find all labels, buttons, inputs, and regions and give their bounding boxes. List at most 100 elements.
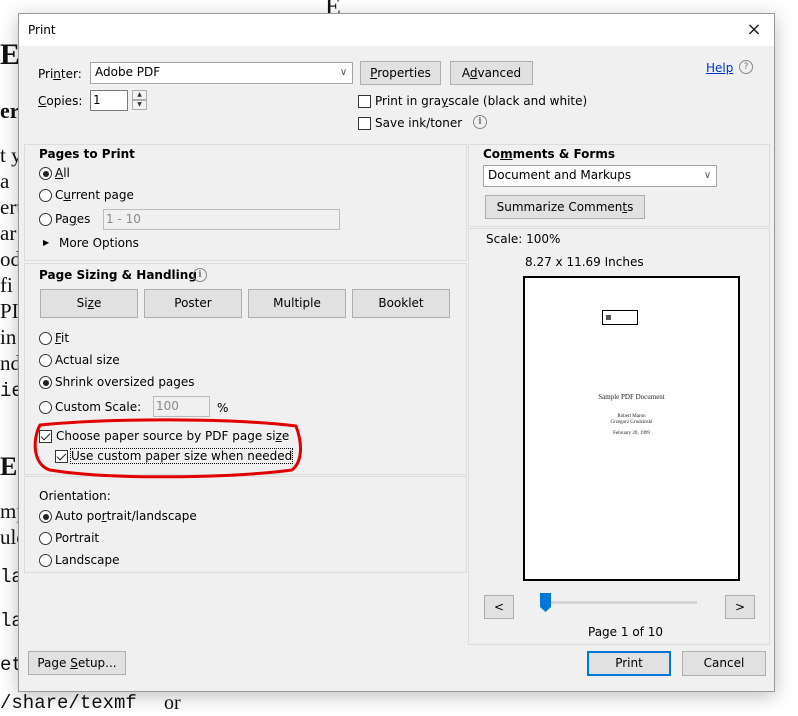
tab-multiple[interactable]: Multiple xyxy=(248,289,346,318)
orientation-panel: Orientation: Auto portrait/landscape Por… xyxy=(24,476,467,573)
percent-unit: % xyxy=(217,401,229,415)
slider-thumb-shape[interactable] xyxy=(539,593,551,612)
choose-paper-text2: e xyxy=(281,429,290,443)
custom-scale-label: Custom Scale: xyxy=(55,400,142,414)
printer-label-accel: n xyxy=(53,67,61,81)
custom-scale-input[interactable]: 100 xyxy=(153,396,210,417)
current-page-radio[interactable] xyxy=(39,189,52,202)
landscape-label: Landscape xyxy=(55,553,120,567)
properties-button[interactable]: Properties xyxy=(360,61,441,85)
grayscale-text: Print in gra xyxy=(375,94,442,108)
auto-text: Auto po xyxy=(55,509,102,523)
summarize-text2: s xyxy=(627,200,634,214)
more-options-toggle[interactable]: More Options xyxy=(59,236,139,250)
page-slider-thumb[interactable] xyxy=(539,593,551,613)
pages-range-input[interactable]: 1 - 10 xyxy=(103,209,340,230)
advanced-button[interactable]: Advanced xyxy=(450,61,533,85)
expand-triangle-icon[interactable]: ▶ xyxy=(43,238,49,247)
copies-stepper[interactable]: ▲ ▼ xyxy=(132,90,147,111)
cancel-button[interactable]: Cancel xyxy=(682,651,766,676)
page-sizing-title: Page Sizing & Handling xyxy=(39,268,197,282)
page-setup-text2: etup... xyxy=(77,656,117,670)
actual-size-radio[interactable] xyxy=(39,354,52,367)
tab-poster[interactable]: Poster xyxy=(144,289,242,318)
page-setup-button[interactable]: Page Setup... xyxy=(28,651,126,675)
info-icon[interactable]: i xyxy=(193,268,207,282)
cf-text2: ments & Forms xyxy=(512,147,615,161)
shrink-radio[interactable] xyxy=(39,376,52,389)
preview-dimensions: 8.27 x 11.69 Inches xyxy=(525,255,644,269)
save-ink-label: Save ink/toner xyxy=(375,116,463,130)
dialog-title: Print xyxy=(28,23,56,37)
auto-orientation-label: Auto portrait/landscape xyxy=(55,509,197,523)
comments-forms-select[interactable]: Document and Markups ∨ xyxy=(483,165,717,187)
printer-label: Printer: xyxy=(38,67,82,81)
printer-value: Adobe PDF xyxy=(95,65,161,79)
grayscale-checkbox[interactable] xyxy=(358,95,371,108)
print-button[interactable]: Print xyxy=(587,651,671,676)
chevron-down-icon[interactable]: ∨ xyxy=(334,63,352,83)
chevron-down-icon[interactable]: ∨ xyxy=(698,166,716,186)
tab-size-text2: e xyxy=(93,296,102,310)
help-link[interactable]: Help xyxy=(706,61,733,75)
next-page-button[interactable]: > xyxy=(725,595,755,619)
choose-paper-source-checkbox[interactable] xyxy=(39,430,52,443)
page-indicator: Page 1 of 10 xyxy=(588,625,663,639)
choose-paper-source-label: Choose paper source by PDF page size xyxy=(56,429,289,443)
fit-radio[interactable] xyxy=(39,332,52,345)
page-setup-accel: S xyxy=(70,656,78,670)
shrink-label: Shrink oversized pages xyxy=(55,375,195,389)
close-icon[interactable]: × xyxy=(742,18,766,42)
all-pages-label: All xyxy=(55,166,70,180)
cf-accel: m xyxy=(500,147,513,161)
title-bar: Print × xyxy=(19,14,774,46)
all-text: ll xyxy=(63,166,70,180)
portrait-label: Portrait xyxy=(55,531,100,545)
copies-label: Copies: xyxy=(38,94,82,108)
advanced-text2: vanced xyxy=(477,66,522,80)
pages-range-radio[interactable] xyxy=(39,213,52,226)
print-dialog: Print × Printer: Adobe PDF ∨ Properties … xyxy=(18,13,775,692)
actual-size-label: Actual size xyxy=(55,353,120,367)
preview-scale: Scale: 100% xyxy=(486,232,561,246)
portrait-radio[interactable] xyxy=(39,532,52,545)
copies-label-text: opies: xyxy=(46,94,83,108)
help-icon[interactable]: ? xyxy=(739,60,753,74)
page-preview: Sample PDF Document Robert Maron Grzegor… xyxy=(523,276,740,581)
previous-page-button[interactable]: < xyxy=(484,595,514,619)
orientation-title: Orientation: xyxy=(39,489,111,503)
current-text2: rrent page xyxy=(71,188,134,202)
tab-booklet[interactable]: Booklet xyxy=(352,289,450,318)
landscape-radio[interactable] xyxy=(39,554,52,567)
tab-size[interactable]: Size xyxy=(40,289,138,318)
custom-paper-size-checkbox[interactable] xyxy=(55,450,68,463)
comments-forms-panel: Comments & Forms Document and Markups ∨ … xyxy=(468,144,770,227)
custom-scale-radio[interactable] xyxy=(39,401,52,414)
copies-input[interactable]: 1 xyxy=(90,90,128,111)
summarize-text: Summarize Commen xyxy=(496,200,623,214)
printer-select[interactable]: Adobe PDF ∨ xyxy=(90,62,353,84)
pages-text2: es xyxy=(76,212,91,226)
comments-forms-title: Comments & Forms xyxy=(483,147,615,161)
background-text-line: a xyxy=(0,169,10,193)
stepper-down-icon[interactable]: ▼ xyxy=(132,100,147,110)
preview-author-1: Robert Maron xyxy=(617,414,646,419)
tab-size-text: Si xyxy=(76,296,88,310)
background-text-line: in xyxy=(0,325,17,349)
preview-image-dot xyxy=(606,315,611,320)
auto-orientation-radio[interactable] xyxy=(39,510,52,523)
summarize-comments-button[interactable]: Summarize Comments xyxy=(485,195,645,219)
page-slider-track[interactable] xyxy=(545,601,697,604)
background-text-line: E xyxy=(0,452,18,481)
all-pages-radio[interactable] xyxy=(39,167,52,180)
printer-label-text: Pri xyxy=(38,67,54,81)
background-text-line: ar xyxy=(0,221,17,245)
stepper-up-icon[interactable]: ▲ xyxy=(132,90,147,100)
fit-label: Fit xyxy=(55,331,69,345)
pages-accel: g xyxy=(69,212,77,226)
save-ink-checkbox[interactable] xyxy=(358,117,371,130)
comments-forms-value: Document and Markups xyxy=(488,168,632,182)
info-icon[interactable]: i xyxy=(473,115,487,129)
page-setup-text: Page xyxy=(37,656,71,670)
fit-text: it xyxy=(61,331,70,345)
